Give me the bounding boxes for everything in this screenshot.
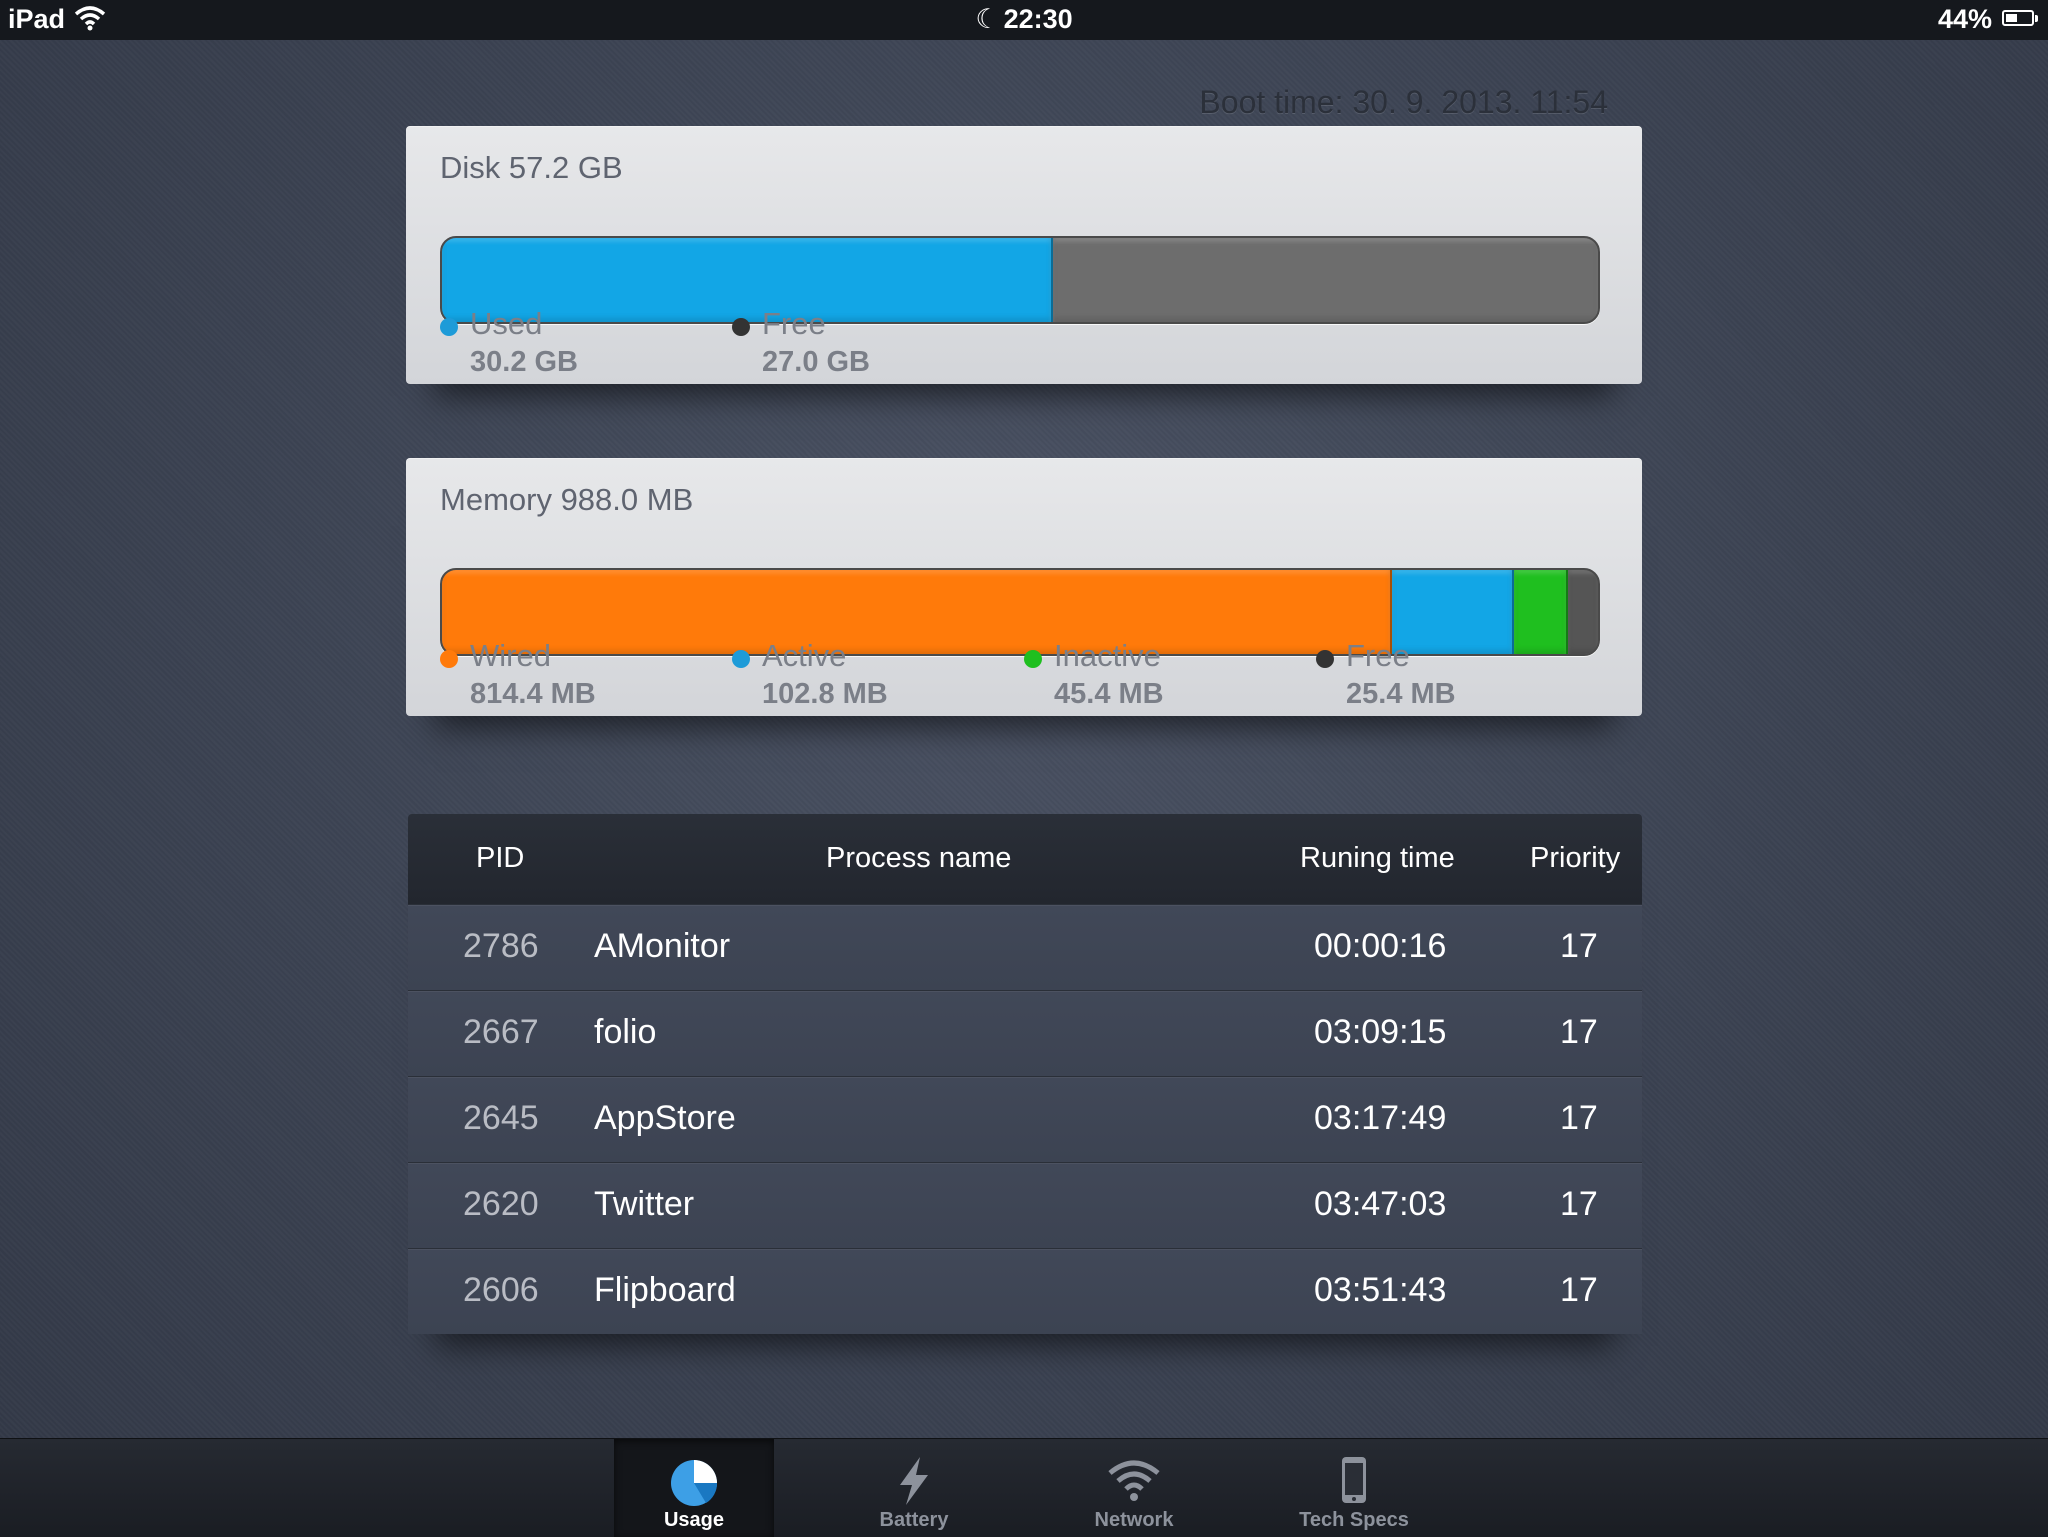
legend-label: Used xyxy=(470,306,543,341)
row-running-time: 03:09:15 xyxy=(1314,1013,1447,1051)
process-table: PID Process name Runing time Priority 27… xyxy=(408,814,1642,1334)
row-running-time: 00:00:16 xyxy=(1314,927,1447,965)
tab-usage[interactable]: Usage xyxy=(614,1439,774,1537)
table-row[interactable]: 2620 Twitter 03:47:03 17 xyxy=(408,1162,1642,1248)
table-row[interactable]: 2667 folio 03:09:15 17 xyxy=(408,990,1642,1076)
row-process-name: folio xyxy=(594,1013,657,1051)
row-pid: 2667 xyxy=(463,1013,539,1051)
legend-value: 102.8 MB xyxy=(762,678,888,710)
legend-value: 814.4 MB xyxy=(470,678,596,710)
memory-usage-bar xyxy=(440,568,1600,656)
row-process-name: Twitter xyxy=(594,1185,695,1223)
row-running-time: 03:47:03 xyxy=(1314,1185,1447,1223)
legend-label: Free xyxy=(762,306,826,341)
column-header-process-name[interactable]: Process name xyxy=(826,842,1011,875)
disk-bar-segment-free xyxy=(1053,238,1598,322)
row-process-name: AMonitor xyxy=(594,927,731,965)
battery-icon xyxy=(2002,10,2038,26)
row-priority: 17 xyxy=(1560,927,1598,965)
legend-dot-icon xyxy=(1316,650,1334,668)
moon-icon: ☾ xyxy=(975,4,1000,34)
clock: ☾ 22:30 xyxy=(0,4,2048,35)
tab-label: Battery xyxy=(879,1509,949,1531)
row-process-name: Flipboard xyxy=(594,1271,736,1309)
table-row[interactable]: 2645 AppStore 03:17:49 17 xyxy=(408,1076,1642,1162)
row-pid: 2606 xyxy=(463,1271,539,1309)
tab-bar: Usage Battery Network Tech Specs xyxy=(0,1438,2048,1537)
table-row[interactable]: 2786 AMonitor 00:00:16 17 xyxy=(408,904,1642,990)
phone-icon xyxy=(1326,1453,1382,1509)
table-row[interactable]: 2606 Flipboard 03:51:43 17 xyxy=(408,1248,1642,1334)
row-process-name: AppStore xyxy=(594,1099,736,1137)
legend-dot-icon xyxy=(440,650,458,668)
row-priority: 17 xyxy=(1560,1185,1598,1223)
tab-tech-specs[interactable]: Tech Specs xyxy=(1274,1439,1434,1537)
row-priority: 17 xyxy=(1560,1271,1598,1309)
tab-label: Usage xyxy=(663,1509,725,1531)
column-header-priority[interactable]: Priority xyxy=(1530,842,1620,875)
column-header-pid[interactable]: PID xyxy=(476,842,524,875)
memory-title: Memory 988.0 MB xyxy=(440,482,694,517)
wifi-icon xyxy=(1106,1453,1162,1509)
battery-fill xyxy=(2006,14,2017,22)
memory-bar-segment-active xyxy=(1391,570,1514,654)
legend-dot-icon xyxy=(732,318,750,336)
row-priority: 17 xyxy=(1560,1013,1598,1051)
legend-label: Active xyxy=(762,638,847,673)
boot-time: Boot time: 30. 9. 2013. 11:54 xyxy=(1199,84,1608,120)
row-running-time: 03:51:43 xyxy=(1314,1271,1447,1309)
legend-value: 45.4 MB xyxy=(1054,678,1164,710)
column-header-running-time[interactable]: Runing time xyxy=(1300,842,1455,875)
tab-label: Tech Specs xyxy=(1299,1509,1409,1531)
legend-value: 25.4 MB xyxy=(1346,678,1456,710)
tab-label: Network xyxy=(1094,1509,1174,1531)
disk-title: Disk 57.2 GB xyxy=(440,150,623,185)
legend-dot-icon xyxy=(440,318,458,336)
process-table-header: PID Process name Runing time Priority xyxy=(408,814,1642,904)
tab-network[interactable]: Network xyxy=(1054,1439,1214,1537)
lightning-icon xyxy=(886,1453,942,1509)
clock-time: 22:30 xyxy=(1003,4,1073,34)
legend-label: Wired xyxy=(470,638,551,673)
memory-bar-segment-wired xyxy=(442,570,1392,654)
legend-value: 27.0 GB xyxy=(762,346,870,378)
battery-percent: 44% xyxy=(1937,4,1992,34)
status-bar: iPad ☾ 22:30 44% xyxy=(0,0,2048,40)
row-priority: 17 xyxy=(1560,1099,1598,1137)
row-pid: 2786 xyxy=(463,927,539,965)
tab-battery[interactable]: Battery xyxy=(834,1439,994,1537)
row-pid: 2620 xyxy=(463,1185,539,1223)
disk-card: Disk 57.2 GB Used 30.2 GB Free 27.0 GB xyxy=(406,126,1642,384)
legend-label: Inactive xyxy=(1054,638,1161,673)
memory-card: Memory 988.0 MB Wired 814.4 MB Active 10… xyxy=(406,458,1642,716)
row-running-time: 03:17:49 xyxy=(1314,1099,1447,1137)
legend-dot-icon xyxy=(732,650,750,668)
memory-bar-segment-inactive xyxy=(1513,570,1569,654)
legend-value: 30.2 GB xyxy=(470,346,578,378)
disk-usage-bar xyxy=(440,236,1600,324)
legend-dot-icon xyxy=(1024,650,1042,668)
legend-label: Free xyxy=(1346,638,1410,673)
pie-chart-icon xyxy=(666,1453,722,1509)
memory-bar-segment-free xyxy=(1568,570,1598,654)
row-pid: 2645 xyxy=(463,1099,539,1137)
